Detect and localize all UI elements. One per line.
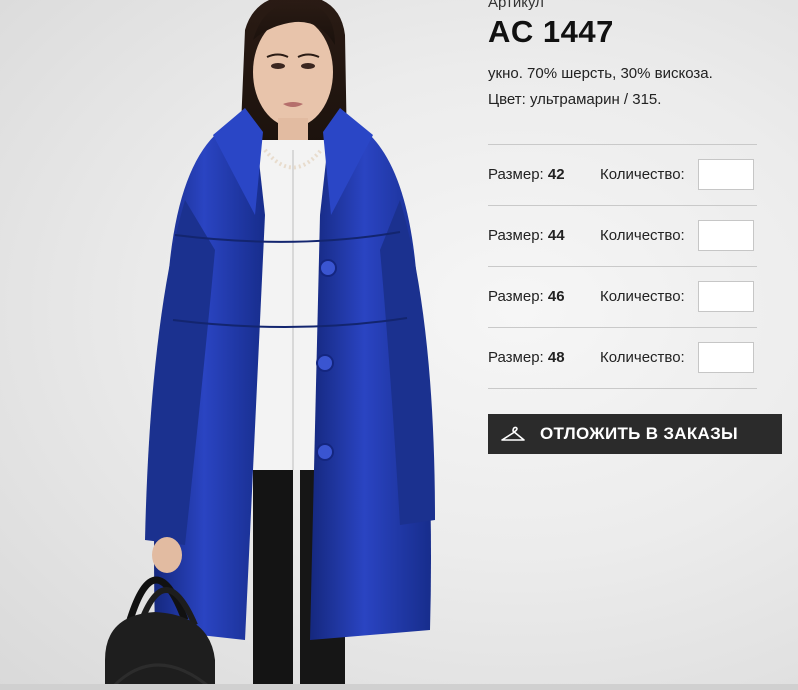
quantity-label: Количество:: [600, 349, 685, 366]
size-row: Размер: 44 Количество:: [488, 206, 757, 267]
size-row: Размер: 42 Количество:: [488, 145, 757, 206]
size-value: 48: [547, 349, 565, 366]
color-info: Цвет: ультрамарин / 315.: [488, 91, 662, 108]
product-photo: [95, 0, 475, 690]
size-row: Размер: 46 Количество:: [488, 267, 757, 328]
size-row: Размер: 48 Количество:: [488, 328, 757, 389]
add-to-orders-button[interactable]: ОТЛОЖИТЬ В ЗАКАЗЫ: [488, 414, 782, 454]
size-label: Размер: 48: [488, 349, 565, 366]
size-list: Размер: 42 Количество: Размер: 44 Количе…: [488, 144, 757, 389]
quantity-input-46[interactable]: [698, 281, 754, 312]
quantity-label: Количество:: [600, 288, 685, 305]
quantity-label: Количество:: [600, 166, 685, 183]
quantity-input-44[interactable]: [698, 220, 754, 251]
size-label: Размер: 46: [488, 288, 565, 305]
quantity-input-48[interactable]: [698, 342, 754, 373]
size-label: Размер: 42: [488, 166, 565, 183]
size-label: Размер: 44: [488, 227, 565, 244]
page-bottom-edge: [0, 684, 798, 690]
size-value: 46: [547, 288, 565, 305]
fabric-composition: укно. 70% шерсть, 30% вискоза.: [488, 65, 713, 82]
article-code: AC 1447: [488, 14, 614, 49]
article-label: Артикул: [488, 0, 544, 11]
hanger-icon: [501, 426, 525, 441]
reserve-button-label: ОТЛОЖИТЬ В ЗАКАЗЫ: [540, 424, 738, 443]
size-value: 44: [547, 227, 565, 244]
quantity-input-42[interactable]: [698, 159, 754, 190]
size-value: 42: [547, 166, 565, 183]
quantity-label: Количество:: [600, 227, 685, 244]
